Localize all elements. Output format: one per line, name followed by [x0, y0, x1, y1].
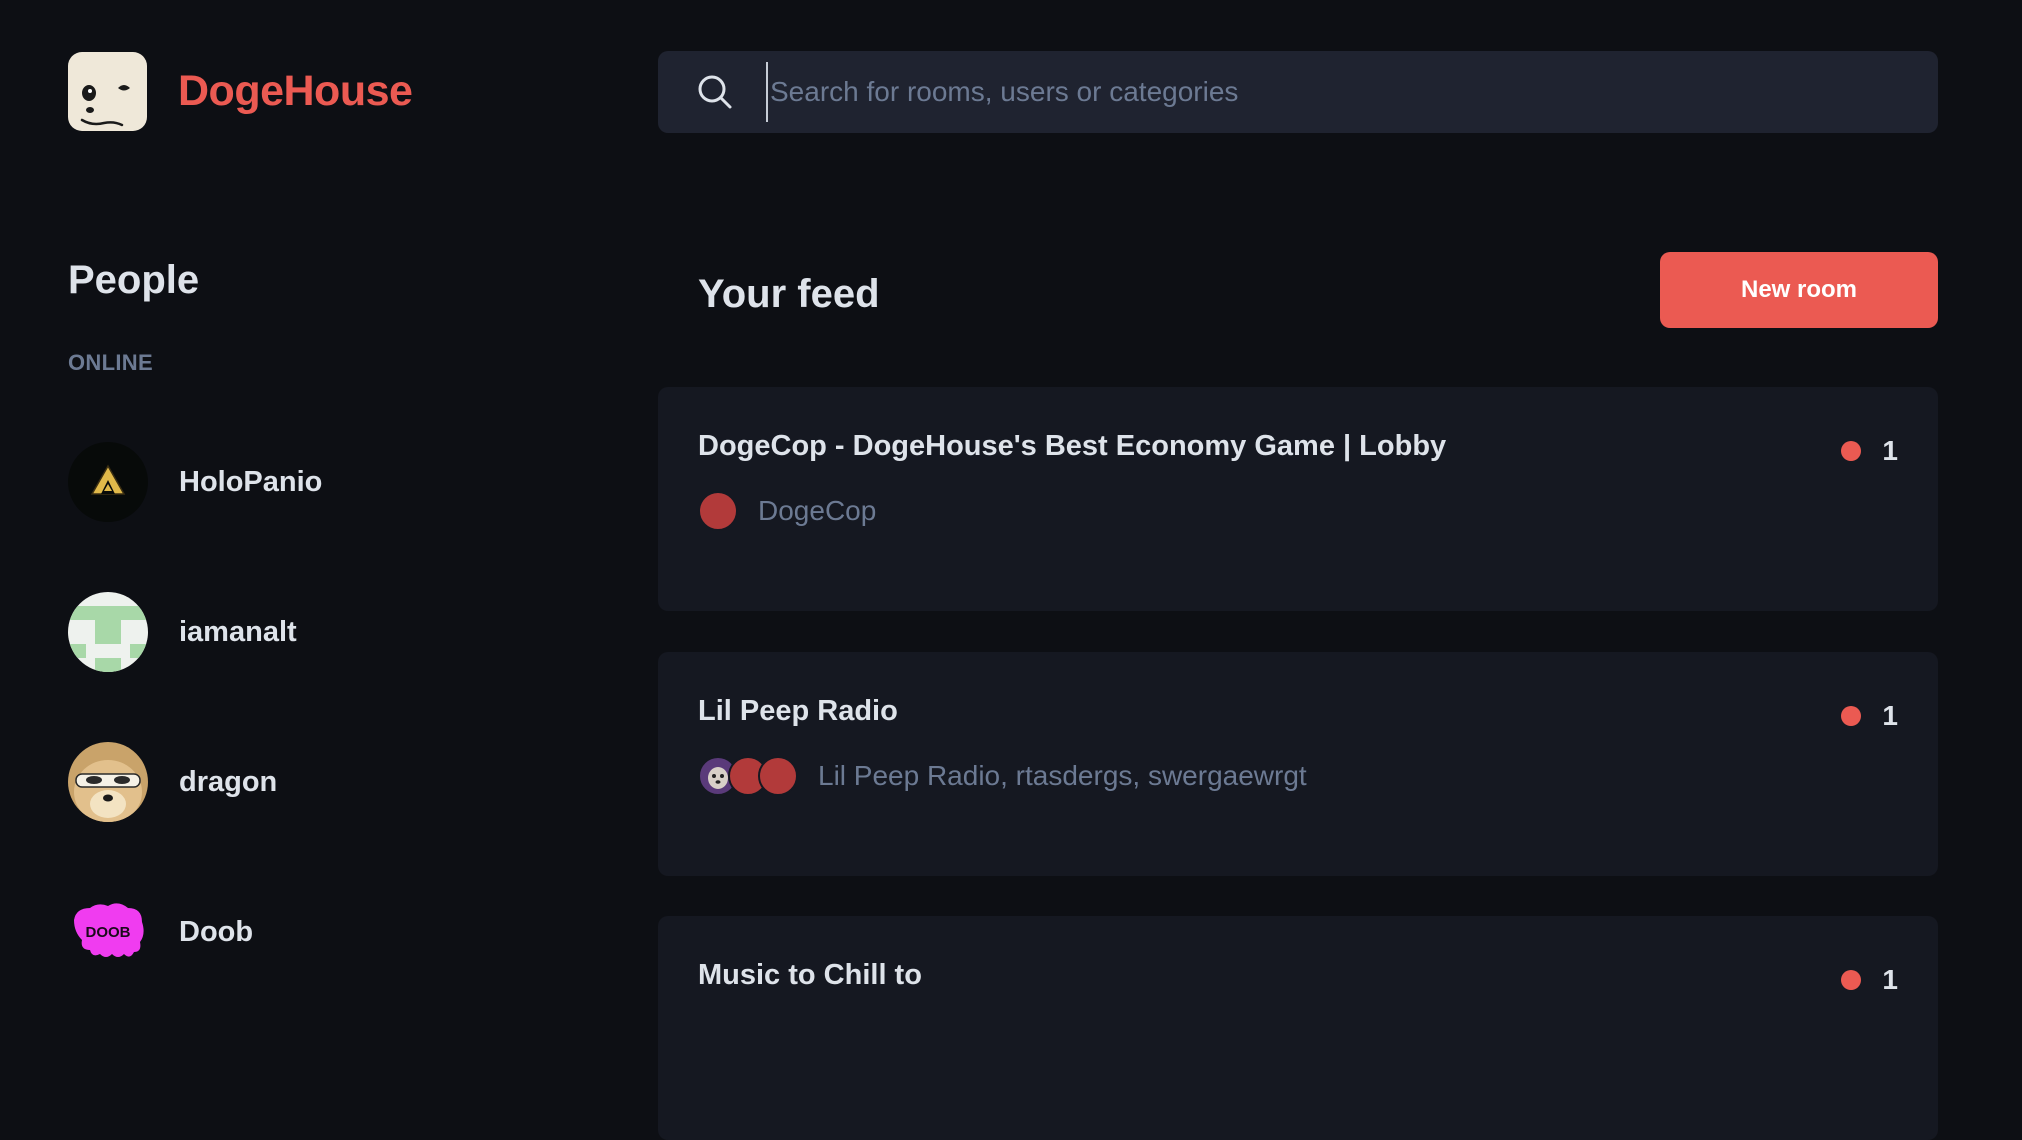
room-title: Lil Peep Radio [698, 695, 898, 727]
triforce-avatar [68, 442, 148, 522]
listener-count: 1 [1882, 700, 1898, 731]
doge-sunglasses-avatar [68, 742, 148, 822]
live-dot-icon [1841, 441, 1862, 461]
green-pixel-avatar [68, 592, 148, 672]
search-input[interactable] [766, 62, 1938, 122]
person-item-dragon[interactable]: dragon [68, 742, 277, 822]
listener-count-badge: 1 [1841, 964, 1898, 996]
person-item-holopanio[interactable]: HoloPanio [68, 442, 322, 522]
room-title: DogeCop - DogeHouse's Best Economy Game … [698, 430, 1447, 462]
room-card[interactable]: Music to Chill to 1 [658, 916, 1938, 1140]
live-dot-icon [1841, 706, 1862, 726]
doge-logo-icon [68, 52, 147, 131]
person-name: Doob [179, 915, 254, 948]
speaker-avatars [698, 756, 798, 796]
svg-text:DOOB: DOOB [86, 924, 131, 941]
live-dot-icon [1841, 970, 1862, 990]
person-item-iamanalt[interactable]: iamanalt [68, 592, 297, 672]
doob-logo-avatar: DOOB [68, 892, 148, 972]
person-name: iamanalt [179, 615, 297, 648]
listener-count-badge: 1 [1841, 700, 1898, 732]
listener-count-badge: 1 [1841, 435, 1898, 467]
speaker-names: Lil Peep Radio, rtasdergs, swergaewrgt [818, 760, 1307, 791]
room-speakers: Lil Peep Radio, rtasdergs, swergaewrgt [698, 756, 1307, 796]
feed-heading: Your feed [698, 272, 880, 316]
listener-count: 1 [1882, 964, 1898, 995]
room-card[interactable]: Lil Peep Radio 1 Lil Peep Radio, rtasder… [658, 652, 1938, 876]
person-name: dragon [179, 765, 278, 798]
people-heading: People [68, 258, 200, 302]
person-name: HoloPanio [179, 465, 323, 498]
room-card[interactable]: DogeCop - DogeHouse's Best Economy Game … [658, 387, 1938, 611]
room-speakers: DogeCop [698, 491, 876, 531]
speaker-avatar [758, 756, 798, 796]
search-bar[interactable] [658, 51, 1938, 133]
new-room-button[interactable]: New room [1660, 252, 1938, 328]
speaker-names: DogeCop [758, 495, 877, 526]
search-icon [698, 75, 732, 109]
person-item-doob[interactable]: DOOB Doob [68, 892, 253, 972]
room-title: Music to Chill to [698, 959, 922, 991]
app-logo[interactable]: DogeHouse [68, 52, 413, 131]
speaker-avatar [698, 491, 738, 531]
speaker-avatars [698, 491, 738, 531]
listener-count: 1 [1882, 435, 1898, 466]
app-name: DogeHouse [178, 67, 413, 115]
online-section-label: ONLINE [68, 350, 153, 375]
